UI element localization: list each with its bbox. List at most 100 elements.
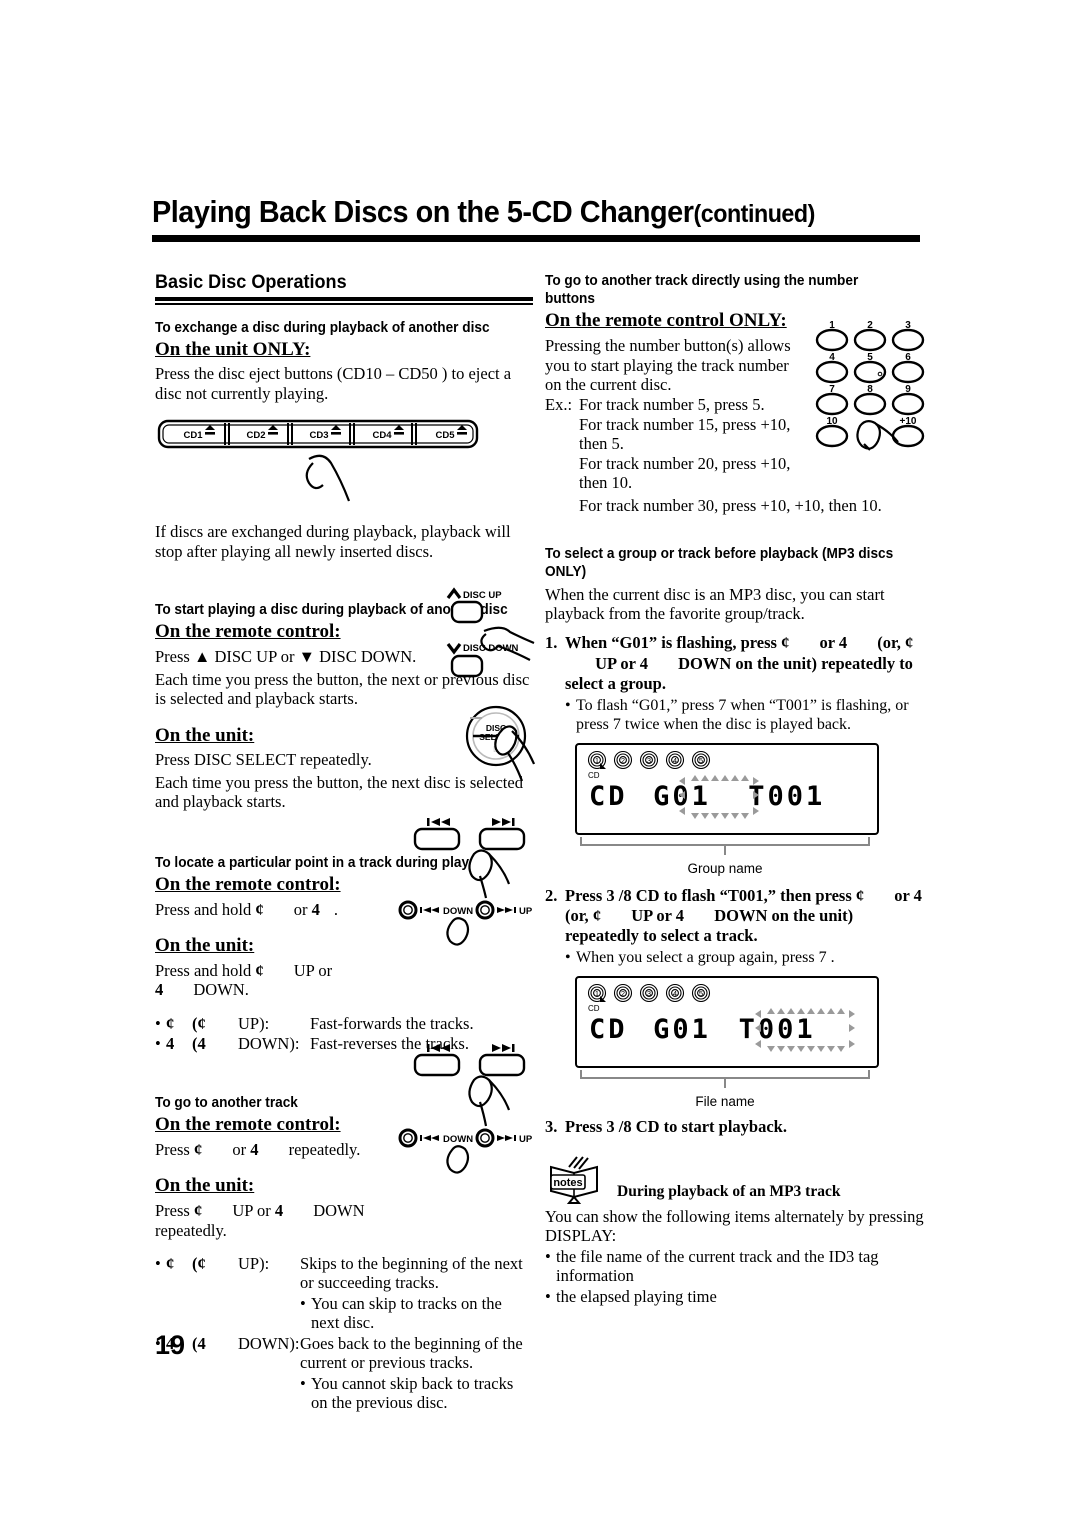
- text-period-1: .: [333, 899, 338, 919]
- text-up-or: UP or: [293, 961, 333, 981]
- lcd-text-cd-2: CD: [589, 1013, 628, 1045]
- text-press-4: Press: [155, 1201, 190, 1221]
- svg-text:2: 2: [621, 989, 625, 998]
- bullet-dot: •: [565, 696, 571, 714]
- label-down: DOWN: [443, 1134, 473, 1145]
- lcd-text-group-2: G01: [653, 1013, 711, 1045]
- rew-symbol-icon-2: 4: [155, 980, 164, 1000]
- ff-symbol-icon-8: ¢: [592, 905, 602, 925]
- eject-label-cd2: CD2: [246, 430, 265, 441]
- lcd-panel-2: 123 45 CD CD G01 T001: [575, 975, 879, 1068]
- step-2-number: 2.: [545, 885, 558, 905]
- bullet-paren-prev: (4: [192, 1333, 206, 1353]
- notes-bullet-1: • the file name of the current track and…: [545, 1247, 927, 1286]
- lcd-bracket-2: [580, 1069, 870, 1088]
- step2-b: or 4: [894, 885, 922, 905]
- bullet-dir-next: UP):: [238, 1254, 270, 1274]
- finger-pointer-icon: [305, 455, 351, 502]
- disc-indicator-row-2: 1 2 3 4 5 CD: [587, 983, 723, 1013]
- subsection-heading-select-group: To select a group or track before playba…: [545, 546, 894, 581]
- svg-text:2: 2: [621, 756, 625, 765]
- lcd-panel-1: 123 45 CD CD G01 T001: [575, 742, 879, 835]
- mode-heading-remote-only: On the remote control ONLY:: [545, 310, 787, 332]
- mode-heading-unit-2: On the unit:: [155, 935, 255, 957]
- notes-icon-label: notes: [553, 1177, 582, 1189]
- step-2-substep-text: When you select a group again, press 7 .: [576, 948, 835, 966]
- bullet-symbol-next: ¢: [166, 1254, 175, 1274]
- illustration-skip-buttons-2: DOWN UP: [398, 1038, 540, 1174]
- bullet-text-prev-sub: You cannot skip back to tracks on the pr…: [311, 1373, 514, 1413]
- ff-icon: [492, 818, 515, 826]
- bullet-skip-prev-sub: • You cannot skip back to tracks on the …: [300, 1374, 533, 1413]
- eject-label-cd5: CD5: [435, 430, 455, 441]
- text-repeatedly-2: repeatedly.: [155, 1220, 227, 1240]
- subsection-heading-number-buttons: To go to another track directly using th…: [545, 273, 859, 308]
- lcd-caption-2: File name: [695, 1093, 755, 1109]
- ff-symbol-icon-5: ¢: [781, 633, 790, 653]
- ff-symbol-icon-6: ¢: [905, 633, 914, 653]
- example-item-3: For track number 20, press +10, then 10.: [579, 453, 791, 493]
- svg-text:1: 1: [595, 989, 599, 998]
- eject-label-cd1: CD1: [183, 430, 203, 441]
- label-up: UP: [519, 1134, 533, 1145]
- mode-heading-remote-control-1: On the remote control:: [155, 621, 341, 643]
- step2-d: UP or 4: [631, 905, 685, 925]
- flash-arrows-track-2: [755, 1007, 855, 1052]
- text-up-or-2: UP or: [232, 1201, 271, 1221]
- finger-pointer-icon-2: [446, 917, 470, 946]
- svg-text:1: 1: [595, 756, 599, 765]
- step2-c: (or,: [565, 905, 589, 925]
- text-press-hold: Press and hold: [155, 899, 252, 919]
- illustration-disc-select-knob: DISC SELECT D: [462, 700, 538, 786]
- lcd-cd-label-2: CD: [588, 1003, 600, 1013]
- step-1-substep-text: To flash “G01,” press 7 when “T001” is f…: [576, 696, 909, 733]
- example-label: Ex.:: [545, 395, 573, 415]
- ff-symbol-icon-3: ¢: [193, 1139, 203, 1159]
- bullet-skip-next: • ¢ (¢ UP): Skips to the beginning of th…: [155, 1254, 533, 1293]
- paragraph-number-buttons: Pressing the number button(s) allows you…: [545, 336, 791, 394]
- bullet-text-next: Skips to the beginning of the next or su…: [300, 1254, 523, 1293]
- rew-symbol-icon-4: 4: [274, 1201, 284, 1221]
- svg-text:4: 4: [673, 756, 677, 765]
- step2-a: Press 3 /8 CD to flash “T001,” then pres…: [565, 885, 852, 905]
- bullet-paren-next: (¢: [192, 1254, 206, 1274]
- chevron-down-icon: ▼: [298, 647, 315, 667]
- unit-skip-buttons: DOWN UP: [398, 900, 533, 920]
- step1-b: or 4: [819, 633, 848, 653]
- bullet-symbol-ff: ¢: [166, 1013, 175, 1033]
- notes-bullet-text-2: the elapsed playing time: [556, 1286, 717, 1306]
- bullet-dot: •: [545, 1286, 551, 1306]
- step1-f: DOWN on the unit) repeatedly to select a…: [565, 653, 913, 693]
- mode-heading-unit-only: On the unit ONLY:: [155, 338, 311, 360]
- label-down: DOWN: [443, 906, 473, 917]
- ff-symbol-icon-4: ¢: [193, 1201, 203, 1221]
- ff-symbol-icon-7: ¢: [855, 885, 865, 905]
- lcd-text-cd-1: CD: [589, 780, 628, 812]
- paragraph-eject-instructions: Press the disc eject buttons (CD10 – CD5…: [155, 364, 512, 403]
- bullet-skip-prev: • 4 (4 DOWN): Goes back to the beginning…: [155, 1334, 533, 1373]
- disc-indicator-row-1: 1 2 3 4 5 CD: [587, 750, 723, 780]
- bullet-fast-forward: • ¢ (¢ UP): Fast-forwards the tracks.: [155, 1014, 533, 1033]
- header-divider: [152, 234, 920, 242]
- svg-text:3: 3: [647, 756, 651, 765]
- lcd-caption-1: Group name: [687, 860, 763, 876]
- step-3-text: Press 3 /8 CD to start playback.: [565, 1116, 787, 1136]
- step1-d: UP: [595, 653, 617, 673]
- label-up: UP: [519, 906, 533, 917]
- text-down-2: DOWN: [313, 1201, 365, 1221]
- notes-title: During playback of an MP3 track: [617, 1182, 841, 1200]
- ff-symbol-icon: ¢: [255, 899, 264, 919]
- lcd-display-2: 123 45 CD CD G01 T001 File name: [545, 975, 927, 1109]
- step1-a: When “G01” is flashing, press: [565, 633, 777, 653]
- step-1-text: When “G01” is flashing, press ¢ or 4 (or…: [565, 633, 927, 693]
- notes-bullet-text-1: the file name of the current track and t…: [556, 1246, 879, 1286]
- manual-page: Playing Back Discs on the 5-CD Changer(c…: [0, 0, 1080, 1531]
- paragraph-mp3-intro: When the current disc is an MP3 disc, yo…: [545, 584, 885, 623]
- bullet-dot: •: [155, 1013, 161, 1033]
- rew-icon: [427, 818, 450, 826]
- svg-text:4: 4: [673, 989, 677, 998]
- illustration-skip-buttons-1: DOWN UP: [398, 812, 540, 946]
- mode-heading-remote-control-2: On the remote control:: [155, 873, 341, 895]
- bullet-dot: •: [565, 948, 571, 966]
- eject-label-cd3: CD3: [309, 430, 328, 441]
